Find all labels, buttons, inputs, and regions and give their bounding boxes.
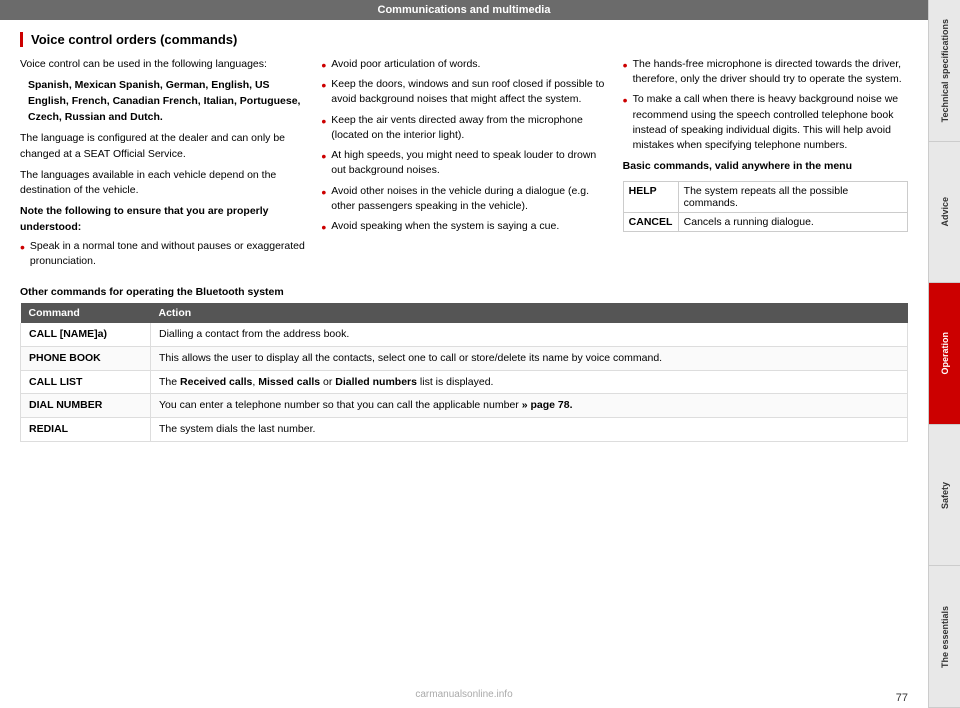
bullet-dot-4: • — [321, 114, 326, 143]
watermark: carmanualsonline.info — [415, 689, 512, 700]
help-desc: The system repeats all the possible comm… — [678, 181, 907, 212]
sidebar: Technical specifications Advice Operation S… — [928, 0, 960, 708]
action-cell: The system dials the last number. — [151, 417, 908, 441]
bullet-dot-7: • — [321, 220, 326, 234]
col-mid: • Avoid poor articulation of words. • Ke… — [321, 57, 606, 274]
bullet-articulation: • Avoid poor articulation of words. — [321, 57, 606, 72]
bullet-microphone-text: The hands-free microphone is directed to… — [633, 57, 908, 87]
main-content: Communications and multimedia Voice cont… — [0, 0, 928, 708]
sidebar-item-operation[interactable]: Operation — [929, 283, 960, 425]
header-title: Communications and multimedia — [378, 4, 551, 16]
sidebar-item-advice[interactable]: Advice — [929, 142, 960, 284]
sidebar-label: Safety — [940, 482, 950, 509]
basic-commands-title: Basic commands, valid anywhere in the me… — [623, 159, 908, 174]
table-header-row: Command Action — [21, 303, 908, 323]
table-row: DIAL NUMBERYou can enter a telephone num… — [21, 394, 908, 418]
sidebar-label: Advice — [940, 197, 950, 227]
para1: The language is configured at the dealer… — [20, 131, 305, 161]
section-title: Voice control orders (commands) — [20, 32, 908, 47]
action-cell: Dialling a contact from the address book… — [151, 323, 908, 346]
sidebar-label: Technical specifications — [940, 19, 950, 122]
header-bar: Communications and multimedia — [0, 0, 928, 20]
command-cell: CALL LIST — [21, 370, 151, 394]
commands-table: Command Action CALL [NAME]a)Dialling a c… — [20, 303, 908, 441]
bullet-speaking-text: Avoid speaking when the system is saying… — [331, 219, 559, 234]
col-left: Voice control can be used in the followi… — [20, 57, 305, 274]
bullet-vents-text: Keep the air vents directed away from th… — [331, 113, 606, 143]
command-cell: CALL [NAME]a) — [21, 323, 151, 346]
other-commands-title: Other commands for operating the Bluetoo… — [20, 286, 908, 298]
sidebar-item-safety[interactable]: Safety — [929, 425, 960, 567]
table-row: CALL [NAME]a)Dialling a contact from the… — [21, 323, 908, 346]
bullet-microphone: • The hands-free microphone is directed … — [623, 57, 908, 87]
sidebar-item-the-essentials[interactable]: The essentials — [929, 566, 960, 708]
cancel-row: CANCEL Cancels a running dialogue. — [623, 212, 907, 231]
bullet-dot-1: • — [20, 240, 25, 269]
table-row: REDIALThe system dials the last number. — [21, 417, 908, 441]
bullet-doors: • Keep the doors, windows and sun roof c… — [321, 77, 606, 107]
cancel-desc: Cancels a running dialogue. — [678, 212, 907, 231]
bullet-dot-6: • — [321, 185, 326, 214]
note-bold: Note the following to ensure that you ar… — [20, 204, 305, 234]
bullet-dot-3: • — [321, 78, 326, 107]
languages-list: Spanish, Mexican Spanish, German, Englis… — [28, 78, 305, 125]
bullet-call-text: To make a call when there is heavy backg… — [633, 92, 908, 153]
sidebar-label: Operation — [940, 332, 950, 375]
help-label: HELP — [623, 181, 678, 212]
bullet-articulation-text: Avoid poor articulation of words. — [331, 57, 480, 72]
bullet-speak-text: Speak in a normal tone and without pause… — [30, 239, 305, 269]
command-cell: PHONE BOOK — [21, 346, 151, 370]
help-row: HELP The system repeats all the possible… — [623, 181, 907, 212]
table-row: CALL LISTThe Received calls, Missed call… — [21, 370, 908, 394]
bullet-noises: • Avoid other noises in the vehicle duri… — [321, 184, 606, 214]
sidebar-label: The essentials — [940, 606, 950, 668]
bullet-call: • To make a call when there is heavy bac… — [623, 92, 908, 153]
other-commands-section: Other commands for operating the Bluetoo… — [20, 286, 908, 441]
bullet-noises-text: Avoid other noises in the vehicle during… — [331, 184, 606, 214]
para2: The languages available in each vehicle … — [20, 168, 305, 198]
bullet-speak: • Speak in a normal tone and without pau… — [20, 239, 305, 269]
help-table: HELP The system repeats all the possible… — [623, 181, 908, 232]
action-cell: This allows the user to display all the … — [151, 346, 908, 370]
bullet-speaking: • Avoid speaking when the system is sayi… — [321, 219, 606, 234]
table-row: PHONE BOOKThis allows the user to displa… — [21, 346, 908, 370]
sidebar-item-technical-specifications[interactable]: Technical specifications — [929, 0, 960, 142]
col-header-command: Command — [21, 303, 151, 323]
bullet-speeds-text: At high speeds, you might need to speak … — [331, 148, 606, 178]
bullet-vents: • Keep the air vents directed away from … — [321, 113, 606, 143]
bullet-dot-9: • — [623, 93, 628, 153]
bullet-dot-2: • — [321, 58, 326, 72]
intro-text: Voice control can be used in the followi… — [20, 57, 305, 72]
content-area: Voice control orders (commands) Voice co… — [0, 20, 928, 690]
action-cell: You can enter a telephone number so that… — [151, 394, 908, 418]
command-cell: DIAL NUMBER — [21, 394, 151, 418]
three-col-layout: Voice control can be used in the followi… — [20, 57, 908, 274]
col-header-action: Action — [151, 303, 908, 323]
bullet-dot-8: • — [623, 58, 628, 87]
command-cell: REDIAL — [21, 417, 151, 441]
bullet-speeds: • At high speeds, you might need to spea… — [321, 148, 606, 178]
col-right: • The hands-free microphone is directed … — [623, 57, 908, 274]
bullet-dot-5: • — [321, 149, 326, 178]
action-cell: The Received calls, Missed calls or Dial… — [151, 370, 908, 394]
cancel-label: CANCEL — [623, 212, 678, 231]
bullet-doors-text: Keep the doors, windows and sun roof clo… — [331, 77, 606, 107]
page-number: 77 — [896, 692, 908, 704]
